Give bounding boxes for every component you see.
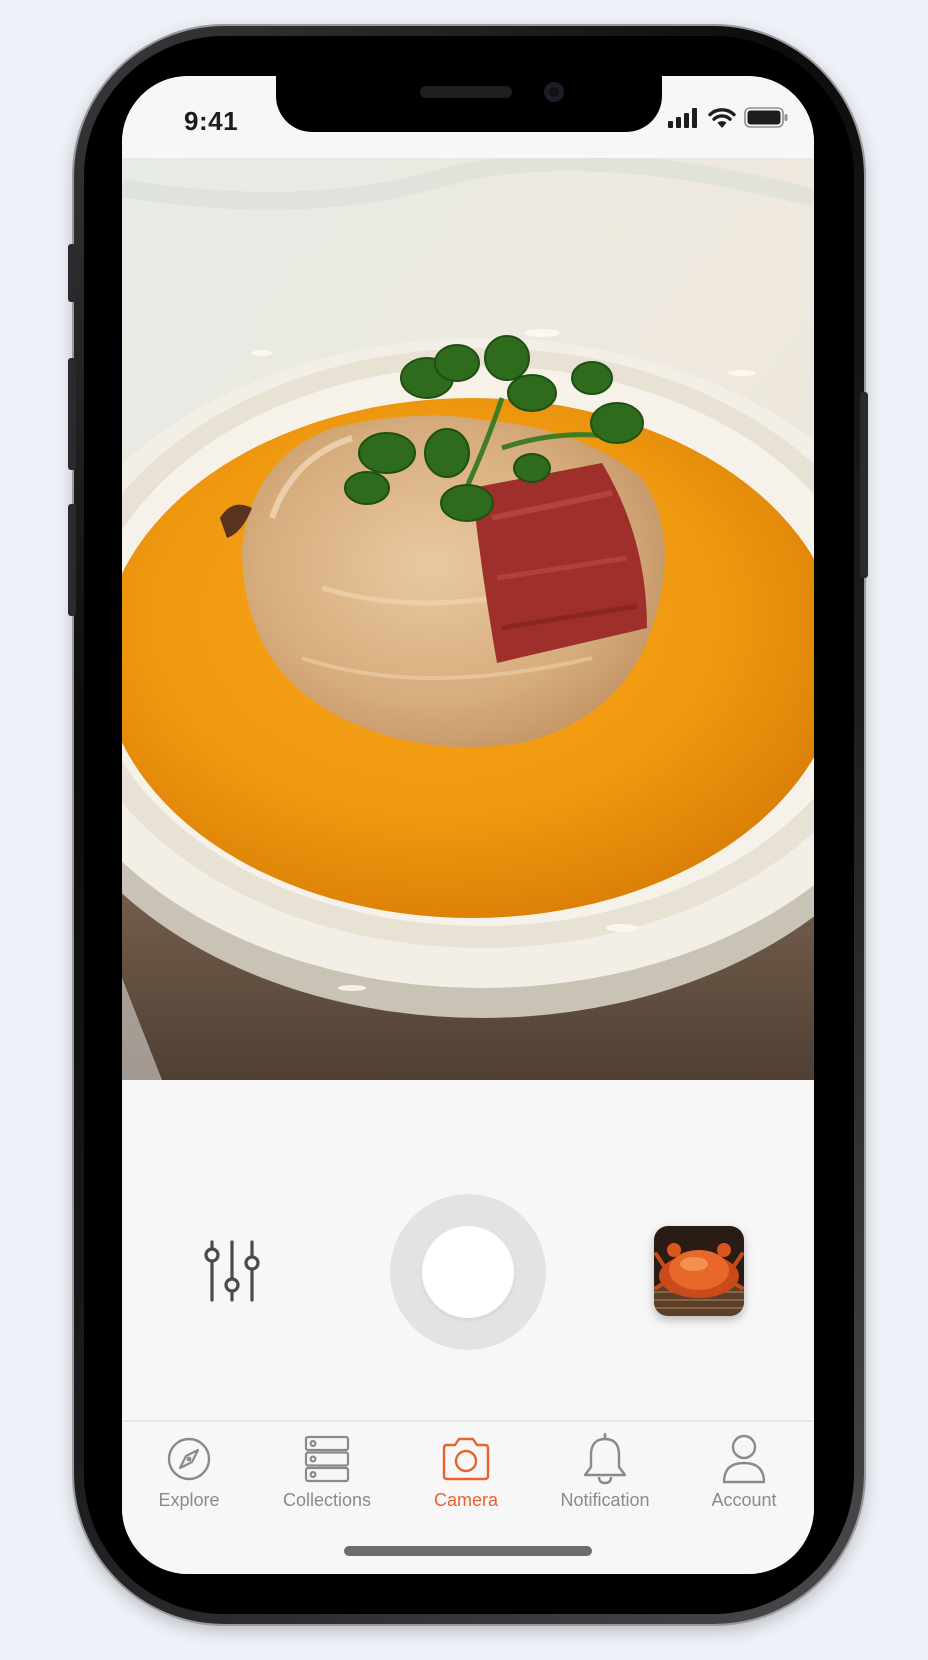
shutter-inner-circle [422, 1226, 514, 1318]
mute-switch [68, 244, 76, 302]
battery-icon [744, 107, 788, 128]
cellular-signal-icon [668, 108, 697, 128]
tab-collections-label: Collections [282, 1490, 372, 1510]
bell-icon [583, 1433, 627, 1485]
filter-adjust-button[interactable] [202, 1238, 262, 1304]
sliders-icon [204, 1240, 260, 1302]
bottom-tab-bar: Explore Collections Camera Notification … [122, 1420, 814, 1574]
status-icons [668, 106, 788, 128]
user-icon [722, 1434, 766, 1484]
tab-explore-label: Explore [158, 1490, 220, 1510]
tab-notification-label: Notification [560, 1490, 650, 1510]
power-button [860, 392, 868, 578]
status-bar: 9:41 [122, 76, 814, 158]
steamed-crab-photo [654, 1226, 744, 1316]
stacked-drawers-icon [304, 1435, 350, 1483]
camera-icon [442, 1437, 490, 1481]
home-indicator[interactable] [344, 1546, 592, 1556]
status-time: 9:41 [184, 106, 239, 136]
tab-account-label: Account [711, 1490, 777, 1510]
earpiece-speaker [420, 86, 512, 98]
tab-camera[interactable]: Camera [406, 1432, 526, 1524]
volume-down-button [68, 504, 76, 616]
tab-camera-label: Camera [433, 1490, 499, 1510]
front-camera [544, 82, 564, 102]
gallery-thumbnail-button[interactable] [654, 1226, 744, 1316]
tab-notification[interactable]: Notification [545, 1432, 665, 1524]
tab-collections[interactable]: Collections [267, 1432, 387, 1524]
camera-controls [122, 1080, 814, 1420]
camera-viewfinder[interactable] [122, 158, 814, 1080]
compass-icon [167, 1437, 211, 1481]
food-preview-image [122, 158, 814, 1080]
phone-screen: 9:41 Explore Collections Camera Notifica… [122, 76, 814, 1574]
tab-account[interactable]: Account [684, 1432, 804, 1524]
tab-explore[interactable]: Explore [129, 1432, 249, 1524]
notch [276, 76, 662, 132]
wifi-icon [708, 108, 736, 128]
shutter-button[interactable] [390, 1194, 546, 1350]
volume-up-button [68, 358, 76, 470]
